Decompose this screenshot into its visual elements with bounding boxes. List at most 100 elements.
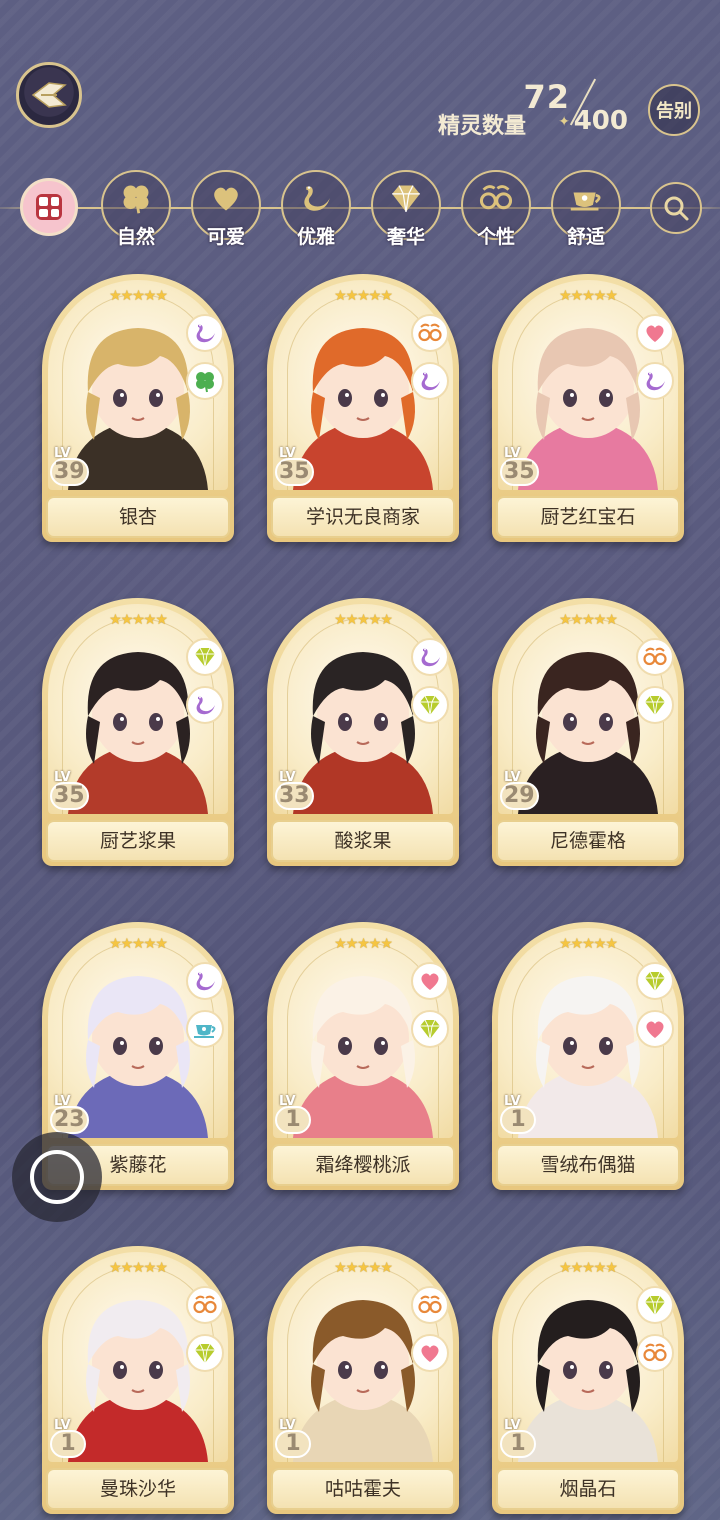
level-value: 1	[275, 1430, 311, 1458]
diamond-icon	[386, 180, 426, 220]
filter-tab-1[interactable]: 可爱	[190, 170, 262, 250]
spirit-card[interactable]: ★★★★★ LV 1 霜绛樱桃派	[267, 922, 459, 1190]
card-name: 烟晶石	[496, 1468, 680, 1510]
heart-icon	[411, 1334, 449, 1372]
trait-tags	[186, 1286, 228, 1382]
count-max: 400	[573, 106, 628, 136]
trait-tags	[636, 638, 678, 734]
spirit-card[interactable]: ★★★★★ LV 1 雪绒布偶猫	[492, 922, 684, 1190]
level-value: 33	[275, 782, 314, 810]
back-button[interactable]	[16, 62, 82, 128]
trait-tags	[186, 638, 228, 734]
level-badge: LV 35	[500, 446, 544, 490]
level-value: 1	[500, 1106, 536, 1134]
level-value: 39	[50, 458, 89, 486]
filter-tab-label: 舒适	[566, 226, 605, 248]
filter-tab-4[interactable]: 个性	[460, 170, 532, 250]
level-badge: LV 1	[275, 1418, 319, 1462]
filter-tab-2[interactable]: 优雅	[280, 170, 352, 250]
trait-tags	[186, 314, 228, 410]
farewell-button[interactable]: 告别	[648, 84, 700, 136]
diamond-icon	[411, 686, 449, 724]
spirit-card[interactable]: ★★★★★ LV 1 咕咕霍夫	[267, 1246, 459, 1514]
swan-icon	[186, 314, 224, 352]
spirit-count: 72 精灵数量 ✦ 400	[438, 78, 628, 139]
trait-tags	[411, 962, 453, 1058]
filter-tab-label: 优雅	[296, 226, 335, 248]
level-badge: LV 1	[275, 1094, 319, 1138]
rarity-stars: ★★★★★	[109, 612, 168, 628]
level-value: 1	[50, 1430, 86, 1458]
heart-icon	[411, 962, 449, 1000]
heart-icon	[636, 314, 674, 352]
level-badge: LV 1	[50, 1418, 94, 1462]
glasses-icon	[636, 1334, 674, 1372]
count-current: 72	[523, 78, 570, 116]
trait-tags	[411, 314, 453, 410]
spirit-card[interactable]: ★★★★★ LV 1 曼珠沙华	[42, 1246, 234, 1514]
rarity-stars: ★★★★★	[109, 288, 168, 304]
level-badge: LV 1	[500, 1418, 544, 1462]
level-value: 23	[50, 1106, 89, 1134]
level-value: 1	[275, 1106, 311, 1134]
card-name: 尼德霍格	[496, 820, 680, 862]
glasses-icon	[186, 1286, 224, 1324]
swan-icon	[411, 638, 449, 676]
level-badge: LV 29	[500, 770, 544, 814]
filter-tab-0[interactable]: 自然	[100, 170, 172, 250]
level-badge: LV 35	[50, 770, 94, 814]
trait-tags	[186, 962, 228, 1058]
trait-tags	[636, 962, 678, 1058]
rarity-stars: ★★★★★	[334, 936, 393, 952]
spirit-card[interactable]: ★★★★★ LV 35 学识无良商家	[267, 274, 459, 542]
level-badge: LV 33	[275, 770, 319, 814]
filter-all-button[interactable]	[20, 178, 78, 236]
search-button[interactable]	[650, 182, 702, 234]
filter-tab-label: 自然	[116, 226, 155, 248]
card-name: 学识无良商家	[271, 496, 455, 538]
diamond-icon	[411, 1010, 449, 1048]
swan-icon	[296, 180, 336, 220]
card-name: 咕咕霍夫	[271, 1468, 455, 1510]
ring-icon	[30, 1150, 84, 1204]
rarity-stars: ★★★★★	[334, 612, 393, 628]
card-name: 银杏	[46, 496, 230, 538]
filter-tab-3[interactable]: 奢华	[370, 170, 442, 250]
trait-tags	[636, 314, 678, 410]
level-badge: LV 39	[50, 446, 94, 490]
spirit-card[interactable]: ★★★★★ LV 1 烟晶石	[492, 1246, 684, 1514]
diamond-icon	[636, 1286, 674, 1324]
glasses-icon	[411, 314, 449, 352]
card-name: 雪绒布偶猫	[496, 1144, 680, 1186]
card-name: 厨艺红宝石	[496, 496, 680, 538]
filter-tab-label: 可爱	[206, 226, 245, 248]
trait-tags	[411, 1286, 453, 1382]
rarity-stars: ★★★★★	[109, 1260, 168, 1276]
level-badge: LV 35	[275, 446, 319, 490]
teacup-icon	[186, 1010, 224, 1048]
rarity-stars: ★★★★★	[559, 288, 618, 304]
swan-icon	[186, 962, 224, 1000]
level-value: 35	[275, 458, 314, 486]
rarity-stars: ★★★★★	[334, 1260, 393, 1276]
heart-icon	[206, 180, 246, 220]
card-name: 厨艺浆果	[46, 820, 230, 862]
rarity-stars: ★★★★★	[559, 612, 618, 628]
spirit-card[interactable]: ★★★★★ LV 35 厨艺红宝石	[492, 274, 684, 542]
back-wing-icon	[31, 82, 67, 108]
floating-assist-button[interactable]	[12, 1132, 102, 1222]
spirit-card[interactable]: ★★★★★ LV 33 酸浆果	[267, 598, 459, 866]
glasses-icon	[636, 638, 674, 676]
level-value: 35	[500, 458, 539, 486]
trait-tags	[636, 1286, 678, 1382]
spirit-card[interactable]: ★★★★★ LV 35 厨艺浆果	[42, 598, 234, 866]
clover-icon	[186, 362, 224, 400]
filter-tab-5[interactable]: 舒适	[550, 170, 622, 250]
diamond-icon	[186, 1334, 224, 1372]
grid-icon	[36, 194, 62, 220]
spirit-card[interactable]: ★★★★★ LV 39 银杏	[42, 274, 234, 542]
filter-tab-label: 奢华	[386, 226, 425, 248]
teacup-icon	[566, 180, 606, 220]
rarity-stars: ★★★★★	[559, 936, 618, 952]
spirit-card[interactable]: ★★★★★ LV 29 尼德霍格	[492, 598, 684, 866]
